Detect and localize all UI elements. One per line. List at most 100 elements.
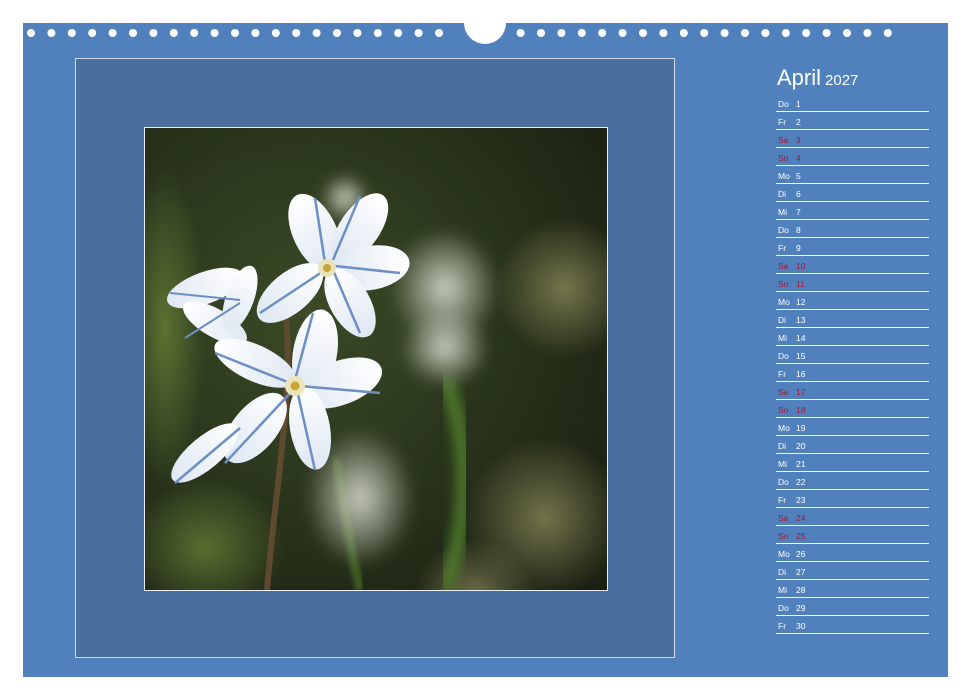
day-number: 14 bbox=[796, 333, 806, 343]
weekday-name: Do bbox=[778, 99, 789, 109]
day-row: Mo 26 bbox=[776, 544, 929, 562]
binding-hole bbox=[210, 29, 219, 37]
binding-hole bbox=[88, 29, 97, 37]
binding-hole bbox=[537, 29, 545, 37]
day-row: Mo 12 bbox=[776, 292, 929, 310]
day-number: 21 bbox=[796, 459, 806, 469]
day-row: Fr 16 bbox=[776, 364, 929, 382]
binding-hole bbox=[394, 29, 403, 37]
weekday-name: So bbox=[778, 153, 789, 163]
weekday-name: Mi bbox=[778, 585, 787, 595]
binding-hole bbox=[516, 29, 525, 37]
binding-hole bbox=[822, 29, 831, 37]
day-row: Do 15 bbox=[776, 346, 929, 364]
binding-hole bbox=[863, 29, 872, 37]
hanging-notch bbox=[464, 23, 506, 44]
binding-hole bbox=[108, 29, 117, 37]
weekday-name: Fr bbox=[778, 243, 787, 253]
day-row: Mi 7 bbox=[776, 202, 929, 220]
day-number: 9 bbox=[796, 243, 801, 253]
weekday-name: Sa bbox=[778, 387, 789, 397]
weekday-name: Sa bbox=[778, 261, 789, 271]
day-number: 11 bbox=[796, 279, 805, 289]
day-row: Do 29 bbox=[776, 598, 929, 616]
day-number: 18 bbox=[796, 405, 806, 415]
day-number: 28 bbox=[796, 585, 806, 595]
binding-hole bbox=[67, 29, 76, 37]
day-row: So 25 bbox=[776, 526, 929, 544]
day-number: 3 bbox=[796, 135, 801, 145]
binding-hole bbox=[231, 29, 239, 37]
day-number: 22 bbox=[796, 477, 806, 487]
weekday-name: Do bbox=[778, 603, 789, 613]
weekday-name: Do bbox=[778, 351, 789, 361]
day-number: 12 bbox=[796, 297, 806, 307]
binding-hole bbox=[720, 29, 729, 37]
day-row: Fr 9 bbox=[776, 238, 929, 256]
weekday-name: Do bbox=[778, 225, 789, 235]
weekday-name: Sa bbox=[778, 135, 789, 145]
day-number: 2 bbox=[796, 117, 801, 127]
weekday-name: Di bbox=[778, 567, 787, 577]
weekday-name: So bbox=[778, 405, 789, 415]
day-number: 29 bbox=[796, 603, 806, 613]
day-number: 23 bbox=[796, 495, 806, 505]
weekday-name: Mo bbox=[778, 171, 790, 181]
day-row: Fr 30 bbox=[776, 616, 929, 634]
binding-hole bbox=[700, 29, 709, 37]
day-list: Do 1 Fr 2 Sa 3 So 4 Mo 5 Di 6 Mi 7 Do 8 Fr 9 Sa 10 So 11 Mo 12 D… bbox=[776, 94, 929, 634]
day-number: 8 bbox=[796, 225, 801, 235]
flower-photo bbox=[144, 127, 608, 591]
binding-hole bbox=[129, 29, 137, 37]
day-number: 1 bbox=[796, 99, 801, 109]
weekday-name: Fr bbox=[778, 621, 787, 631]
day-row: So 11 bbox=[776, 274, 929, 292]
day-number: 15 bbox=[796, 351, 806, 361]
binding-hole bbox=[577, 29, 586, 37]
day-number: 30 bbox=[796, 621, 806, 631]
day-number: 13 bbox=[796, 315, 806, 325]
binding-hole bbox=[169, 29, 178, 37]
binding-hole bbox=[659, 29, 668, 37]
day-number: 26 bbox=[796, 549, 806, 559]
weekday-name: Mi bbox=[778, 459, 787, 469]
weekday-name: Di bbox=[778, 189, 787, 199]
binding-hole bbox=[761, 29, 770, 37]
weekday-name: Fr bbox=[778, 495, 787, 505]
day-number: 7 bbox=[796, 207, 801, 217]
weekday-name: Mo bbox=[778, 549, 790, 559]
day-row: Mi 21 bbox=[776, 454, 929, 472]
weekday-name: Di bbox=[778, 441, 787, 451]
weekday-name: Fr bbox=[778, 117, 787, 127]
binding-hole bbox=[292, 29, 301, 37]
day-row: Sa 3 bbox=[776, 130, 929, 148]
photo-frame bbox=[75, 58, 675, 658]
day-row: Do 1 bbox=[776, 94, 929, 112]
day-number: 19 bbox=[796, 423, 806, 433]
day-number: 5 bbox=[796, 171, 801, 181]
weekday-name: So bbox=[778, 531, 789, 541]
weekday-name: So bbox=[778, 279, 789, 289]
binding-hole bbox=[618, 29, 627, 37]
weekday-name: Do bbox=[778, 477, 789, 487]
day-row: Mo 5 bbox=[776, 166, 929, 184]
day-number: 6 bbox=[796, 189, 801, 199]
weekday-name: Mo bbox=[778, 423, 790, 433]
day-row: Sa 10 bbox=[776, 256, 929, 274]
day-number: 4 bbox=[796, 153, 801, 163]
binding-hole bbox=[333, 29, 341, 37]
day-row: Di 6 bbox=[776, 184, 929, 202]
day-number: 16 bbox=[796, 369, 806, 379]
binding-hole bbox=[190, 29, 199, 37]
day-row: Sa 24 bbox=[776, 508, 929, 526]
day-number: 20 bbox=[796, 441, 806, 451]
binding-hole bbox=[271, 29, 280, 37]
binding-holes bbox=[27, 23, 892, 44]
calendar-page: April 2027 Do 1 Fr 2 Sa 3 So 4 Mo 5 Di 6 Mi 7 Do 8 Fr 9 Sa 1… bbox=[23, 23, 948, 677]
binding-hole bbox=[312, 29, 321, 37]
binding-hole bbox=[557, 29, 566, 37]
day-row: Do 22 bbox=[776, 472, 929, 490]
day-row: Fr 2 bbox=[776, 112, 929, 130]
day-row: Sa 17 bbox=[776, 382, 929, 400]
month-title: April 2027 bbox=[777, 65, 858, 91]
